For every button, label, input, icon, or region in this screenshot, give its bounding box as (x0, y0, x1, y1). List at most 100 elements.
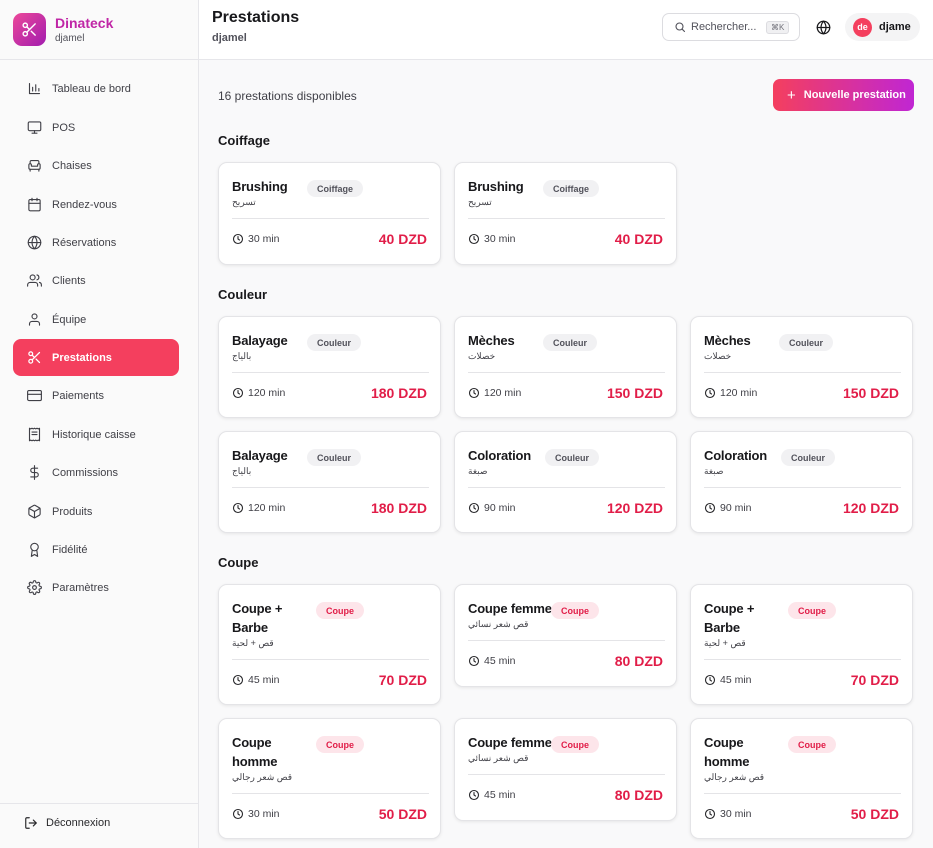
sidebar-item-reservations[interactable]: Réservations (13, 224, 179, 261)
package-icon (25, 503, 43, 521)
sidebar-item-equipe[interactable]: Équipe (13, 301, 179, 338)
service-card[interactable]: Coupe homme Coupe قص شعر رجالي 30 min 50 DZD (218, 718, 441, 839)
service-arabic-name: بالياج (232, 351, 252, 361)
sidebar-item-produits[interactable]: Produits (13, 493, 179, 530)
duration-text: 45 min (484, 655, 516, 667)
logout-button[interactable]: Déconnexion (24, 816, 110, 830)
sidebar-item-fidelite[interactable]: Fidélité (13, 531, 179, 568)
users-icon (25, 272, 43, 290)
category-badge: Coiffage (307, 180, 363, 197)
page-title: Prestations (212, 9, 300, 26)
service-card[interactable]: Coloration Couleur صبغة 90 min 120 DZD (690, 431, 913, 533)
divider (232, 659, 429, 660)
brand[interactable]: Dinateck djamel (13, 13, 113, 46)
category-badge: Couleur (307, 449, 362, 466)
bar-chart-icon (25, 80, 43, 98)
clock-icon (232, 233, 244, 245)
duration-text: 30 min (248, 808, 280, 820)
search-box[interactable]: ⌘K (662, 13, 800, 41)
category-badge: Coupe (551, 602, 599, 619)
service-arabic-name: قص شعر نسائي (468, 619, 529, 629)
duration-text: 30 min (248, 233, 280, 245)
divider (232, 372, 429, 373)
service-name: Coupe + Barbe (232, 601, 283, 635)
service-card[interactable]: Coupe femme Coupe قص شعر نسائي 45 min 80 DZD (454, 718, 677, 821)
divider (232, 793, 429, 794)
service-duration: 45 min (704, 674, 752, 686)
service-name: Mèches (704, 333, 751, 348)
sidebar-item-rendez-vous[interactable]: Rendez-vous (13, 186, 179, 223)
new-prestation-label: Nouvelle prestation (803, 89, 906, 101)
duration-text: 45 min (484, 789, 516, 801)
service-card[interactable]: Brushing Coiffage تسريح 30 min 40 DZD (454, 162, 677, 265)
avatar: de (853, 17, 872, 37)
sidebar-item-label: Chaises (52, 159, 92, 172)
service-arabic-name: خصلات (468, 351, 496, 361)
section-title-coiffage: Coiffage (218, 133, 270, 148)
sidebar-item-label: Rendez-vous (52, 198, 117, 211)
duration-text: 30 min (720, 808, 752, 820)
service-duration: 120 min (232, 387, 285, 399)
service-card[interactable]: Balayage Couleur بالياج 120 min 180 DZD (218, 316, 441, 418)
award-icon (25, 541, 43, 559)
sidebar-item-paiements[interactable]: Paiements (13, 377, 179, 414)
sidebar-item-historique-caisse[interactable]: Historique caisse (13, 416, 179, 453)
user-name: djame (879, 21, 911, 33)
service-duration: 120 min (704, 387, 757, 399)
new-prestation-button[interactable]: + Nouvelle prestation (773, 79, 914, 111)
service-card[interactable]: Balayage Couleur بالياج 120 min 180 DZD (218, 431, 441, 533)
service-arabic-name: قص + لحية (704, 638, 746, 648)
sidebar-item-prestations[interactable]: Prestations (13, 339, 179, 376)
divider (704, 793, 901, 794)
service-card[interactable]: Coupe homme Coupe قص شعر رجالي 30 min 50 DZD (690, 718, 913, 839)
scissors-logo-icon (13, 13, 46, 46)
duration-text: 45 min (720, 674, 752, 686)
sidebar-item-pos[interactable]: POS (13, 109, 179, 146)
sidebar-item-label: Clients (52, 274, 86, 287)
sidebar-item-commissions[interactable]: Commissions (13, 454, 179, 491)
scissors-icon (25, 349, 43, 367)
sidebar-item-label: Commissions (52, 466, 119, 479)
clock-icon (232, 387, 244, 399)
service-card[interactable]: Coupe femme Coupe قص شعر نسائي 45 min 80 DZD (454, 584, 677, 687)
prestations-count: 16 prestations disponibles (218, 89, 357, 103)
sidebar-item-label: Paramètres (52, 581, 109, 594)
category-badge: Couleur (545, 449, 600, 466)
search-input[interactable] (691, 21, 763, 33)
globe-icon (25, 234, 43, 252)
user-menu[interactable]: de djame (845, 13, 920, 41)
divider (468, 372, 665, 373)
service-price: 50 DZD (378, 806, 427, 822)
duration-text: 90 min (720, 502, 752, 514)
service-arabic-name: خصلات (704, 351, 732, 361)
page-subtitle: djamel (212, 32, 247, 44)
service-arabic-name: قص شعر رجالي (232, 772, 293, 782)
clock-icon (232, 808, 244, 820)
service-card[interactable]: Mèches Couleur خصلات 120 min 150 DZD (690, 316, 913, 418)
category-badge: Coupe (316, 602, 364, 619)
service-card[interactable]: Brushing Coiffage تسريح 30 min 40 DZD (218, 162, 441, 265)
user-icon (25, 311, 43, 329)
sidebar-item-parametres[interactable]: Paramètres (13, 569, 179, 606)
sidebar-item-tableau-de-bord[interactable]: Tableau de bord (13, 70, 179, 107)
divider (704, 659, 901, 660)
divider (0, 803, 198, 804)
clock-icon (704, 674, 716, 686)
service-name: Mèches (468, 333, 515, 348)
service-name: Balayage (232, 333, 288, 348)
top-header: Prestations djamel ⌘K de djame (199, 0, 933, 60)
service-card[interactable]: Coupe + Barbe Coupe قص + لحية 45 min 70 DZD (690, 584, 913, 705)
service-arabic-name: تسريح (468, 197, 492, 207)
service-card[interactable]: Mèches Couleur خصلات 120 min 150 DZD (454, 316, 677, 418)
armchair-icon (25, 157, 43, 175)
sidebar-item-chaises[interactable]: Chaises (13, 147, 179, 184)
clock-icon (232, 674, 244, 686)
sidebar-item-label: Fidélité (52, 543, 88, 556)
clock-icon (468, 655, 480, 667)
sidebar-item-clients[interactable]: Clients (13, 262, 179, 299)
service-card[interactable]: Coloration Couleur صبغة 90 min 120 DZD (454, 431, 677, 533)
category-badge: Coupe (316, 736, 364, 753)
sidebar-item-label: Produits (52, 505, 93, 518)
service-card[interactable]: Coupe + Barbe Coupe قص + لحية 45 min 70 DZD (218, 584, 441, 705)
language-button[interactable] (814, 18, 832, 36)
